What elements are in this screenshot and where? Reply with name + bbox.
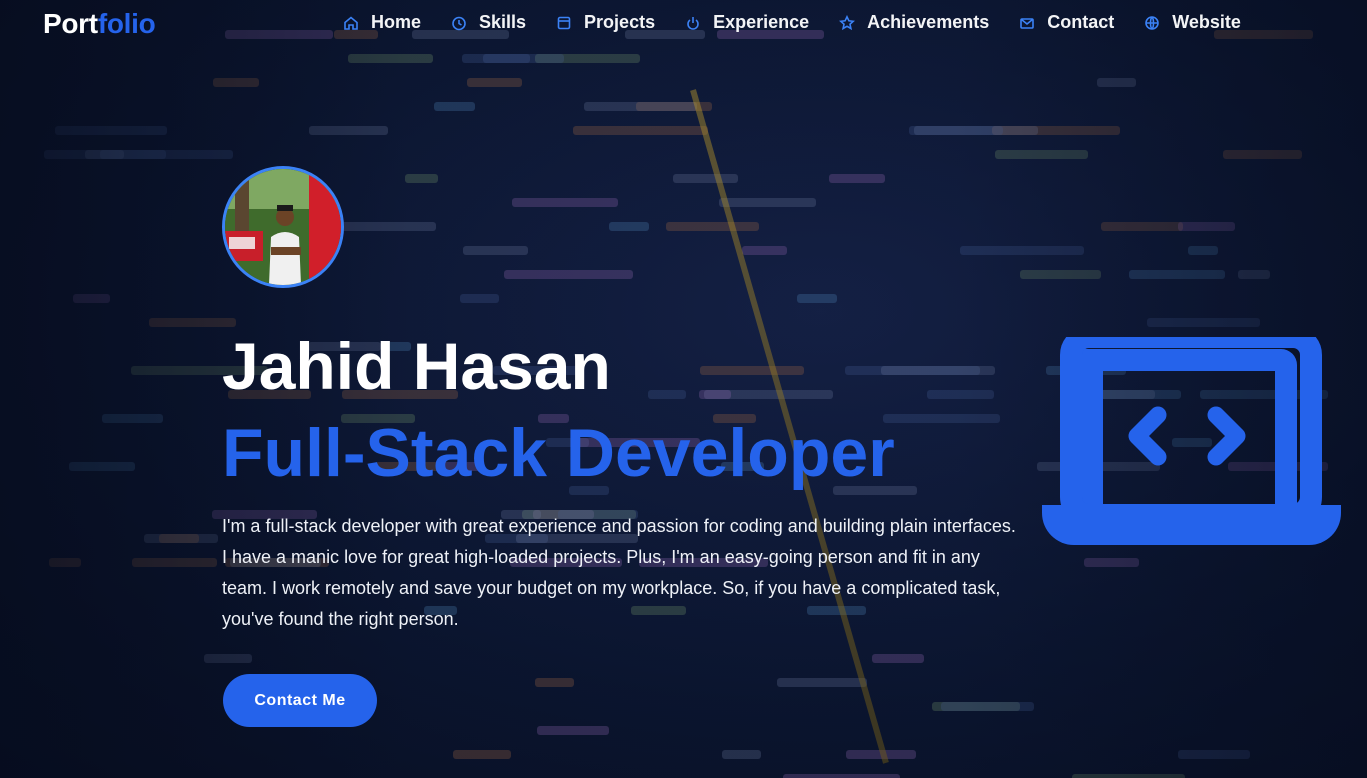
nav-item-contact[interactable]: Contact — [1019, 12, 1114, 33]
hero-description: I'm a full-stack developer with great ex… — [222, 516, 1016, 629]
nav-item-website[interactable]: Website — [1144, 12, 1241, 33]
nav-label-contact: Contact — [1047, 12, 1115, 32]
brand-logo[interactable]: Portfolio — [43, 8, 156, 40]
globe-icon — [1145, 15, 1160, 30]
hero-role: Full-Stack Developer — [222, 415, 895, 491]
nav-item-projects[interactable]: Projects — [556, 12, 655, 33]
nav-label-achievements: Achievements — [867, 12, 990, 32]
hero-name: Jahid Hasan — [222, 329, 611, 403]
power-icon — [687, 16, 699, 30]
mail-icon — [1020, 17, 1035, 29]
nav-label-website: Website — [1172, 12, 1241, 32]
nav-label-skills: Skills — [479, 12, 527, 32]
navbar: Portfolio Home Skills Projects Experienc… — [0, 0, 1367, 48]
profile-avatar — [222, 166, 344, 288]
folder-icon — [557, 16, 571, 29]
contact-me-button[interactable]: Contact Me — [223, 674, 377, 727]
brand-part1: Port — [43, 8, 98, 39]
laptop-code-icon — [1042, 337, 1341, 545]
nav-item-skills[interactable]: Skills — [451, 12, 526, 33]
nav-label-home: Home — [371, 12, 422, 32]
nav-label-projects: Projects — [584, 12, 656, 32]
clock-icon — [452, 16, 466, 30]
home-icon — [344, 15, 358, 30]
nav-menu: Home Skills Projects Experience Achievem… — [343, 12, 1241, 33]
nav-item-home[interactable]: Home — [343, 12, 421, 33]
nav-label-experience: Experience — [713, 12, 810, 32]
star-icon — [839, 14, 856, 30]
nav-item-experience[interactable]: Experience — [685, 12, 809, 33]
nav-item-achievements[interactable]: Achievements — [839, 12, 989, 33]
brand-part2: folio — [97, 8, 156, 39]
